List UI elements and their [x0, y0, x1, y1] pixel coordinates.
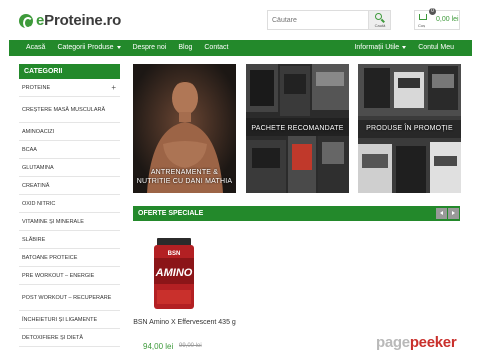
product-label-brand: BSN	[168, 251, 181, 257]
site-header: eProteine.ro Caută 0 Coș 0,00 lei	[0, 0, 480, 40]
product-image[interactable]: BSN AMINO	[133, 232, 236, 312]
chevron-down-icon	[402, 45, 407, 49]
product-old-price: 99,00 lei	[179, 343, 202, 349]
logo-text: eProteine.ro	[36, 12, 122, 29]
site-logo[interactable]: eProteine.ro	[19, 12, 121, 29]
nav-categories[interactable]: Categorii Produse	[51, 40, 126, 56]
search-button-label: Caută	[374, 23, 386, 28]
pagepeeker-watermark: pagepeeker	[376, 334, 457, 351]
main-nav: Acasă Categorii Produse Despre noi Blog …	[9, 40, 472, 56]
search-button[interactable]: Caută	[368, 11, 390, 29]
sidebar-item-proteine[interactable]: PROTEINE +	[19, 79, 120, 97]
special-offers-title: OFERTE SPECIALE	[138, 210, 204, 217]
nav-useful-info[interactable]: Informații Utile	[348, 40, 412, 56]
sidebar-item-incheieturi[interactable]: ÎNCHEIETURI ȘI LIGAMENTE	[19, 311, 120, 329]
banner-caption: ANTRENAMENTE & NUTRITIE CU DANI MATHIA	[136, 169, 233, 185]
sidebar-title: CATEGORII	[19, 64, 120, 79]
product-card[interactable]: BSN AMINO BSN Amino X Effervescent 435 g…	[133, 232, 236, 357]
category-sidebar: CATEGORII PROTEINE + CREȘTERE MASĂ MUSCUL…	[19, 64, 120, 347]
sidebar-item-pre-workout[interactable]: PRE WORKOUT – ENERGIE	[19, 267, 120, 285]
chevron-down-icon	[116, 45, 121, 49]
product-price: 94,00 lei	[143, 342, 174, 351]
cart-button[interactable]: 0 Coș 0,00 lei	[414, 8, 460, 30]
product-name[interactable]: BSN Amino X Effervescent 435 g	[133, 318, 236, 328]
banner-recommended-packs[interactable]: PACHETE RECOMANDATE	[246, 64, 349, 193]
sidebar-item-detoxifiere[interactable]: DETOXIFIERE ȘI DIETĂ	[19, 329, 120, 347]
banner-caption: PACHETE RECOMANDATE	[251, 125, 344, 132]
sidebar-item-vitamine[interactable]: VITAMINE ȘI MINERALE	[19, 213, 120, 231]
nav-blog[interactable]: Blog	[172, 40, 198, 56]
chevron-left-icon[interactable]	[436, 208, 447, 219]
cart-icon	[419, 14, 427, 20]
cart-total: 0,00 lei	[436, 16, 459, 23]
sidebar-item-bcaa[interactable]: BCAA	[19, 141, 120, 159]
plus-icon[interactable]: +	[111, 83, 116, 92]
search-box: Caută	[267, 10, 391, 30]
cart-label: Coș	[418, 23, 426, 28]
search-input[interactable]	[268, 11, 368, 29]
nav-contact[interactable]: Contact	[198, 40, 234, 56]
nav-home[interactable]: Acasă	[9, 40, 51, 56]
sidebar-item-crestere-masa[interactable]: CREȘTERE MASĂ MUSCULARĂ	[19, 97, 120, 123]
sidebar-item-aminoacizi[interactable]: AMINOACIZI	[19, 123, 120, 141]
sidebar-item-glutamina[interactable]: GLUTAMINA	[19, 159, 120, 177]
sidebar-item-oxid-nitric[interactable]: OXID NITRIC	[19, 195, 120, 213]
search-icon	[375, 13, 382, 20]
banner-training-nutrition[interactable]: ANTRENAMENTE & NUTRITIE CU DANI MATHIA	[133, 64, 236, 193]
sidebar-item-slabire[interactable]: SLĂBIRE	[19, 231, 120, 249]
logo-icon	[19, 13, 33, 29]
product-label-name: AMINO	[155, 267, 193, 279]
cart-count-badge: 0	[429, 8, 436, 15]
special-offers-header: OFERTE SPECIALE	[133, 206, 460, 221]
banner-caption: PRODUSE ÎN PROMOȚIE	[366, 125, 453, 132]
sidebar-item-creatina[interactable]: CREATINĂ	[19, 177, 120, 195]
chevron-right-icon[interactable]	[448, 208, 459, 219]
nav-my-account[interactable]: Contul Meu	[412, 40, 472, 56]
nav-about[interactable]: Despre noi	[127, 40, 173, 56]
sidebar-item-post-workout[interactable]: POST WORKOUT – RECUPERARE	[19, 285, 120, 311]
sidebar-item-batoane[interactable]: BATOANE PROTEICE	[19, 249, 120, 267]
banner-promo-products[interactable]: PRODUSE ÎN PROMOȚIE	[358, 64, 461, 193]
